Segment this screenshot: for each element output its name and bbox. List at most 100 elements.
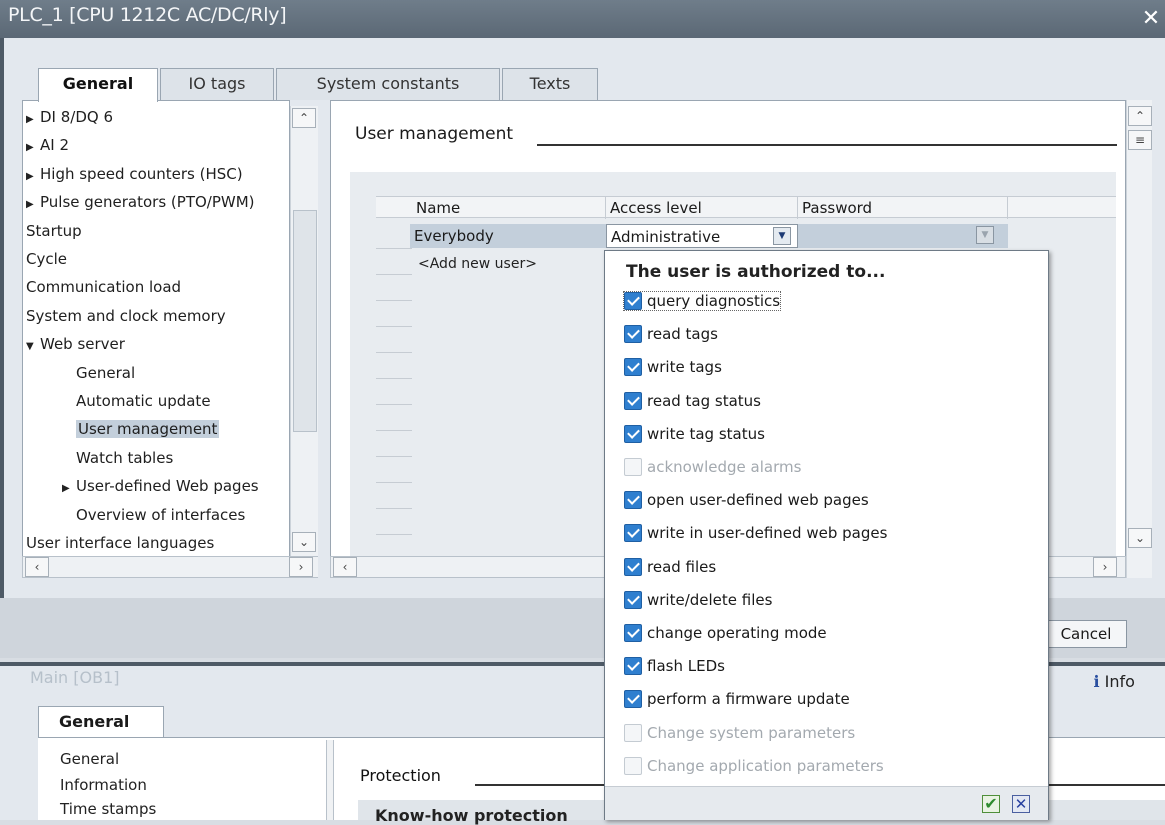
- password-cell[interactable]: ▼: [798, 224, 1008, 248]
- checkbox-checked-icon[interactable]: [624, 624, 642, 642]
- tab-general-lower[interactable]: General: [38, 706, 164, 738]
- tree-item[interactable]: ▶ AI 2: [26, 136, 69, 154]
- chevron-down-icon[interactable]: ▼: [976, 226, 994, 244]
- lower-splitter[interactable]: [326, 740, 334, 820]
- tab-texts[interactable]: Texts: [502, 68, 598, 100]
- permission-item[interactable]: flash LEDs: [624, 657, 725, 676]
- scroll-down-icon[interactable]: ⌄: [1128, 528, 1152, 548]
- checkbox-checked-icon[interactable]: [624, 590, 642, 609]
- collapsed-arrow-icon[interactable]: ▶: [26, 114, 34, 125]
- scroll-down-icon[interactable]: ⌄: [292, 532, 316, 552]
- panel-splitter[interactable]: [318, 100, 330, 578]
- permission-item[interactable]: open user-defined web pages: [624, 491, 869, 510]
- lower-nav-general[interactable]: General: [60, 750, 119, 768]
- collapsed-arrow-icon[interactable]: ▶: [26, 171, 34, 182]
- lower-nav-time-stamps[interactable]: Time stamps: [60, 800, 156, 818]
- permission-item: acknowledge alarms: [624, 458, 801, 476]
- window-titlebar: PLC_1 [CPU 1212C AC/DC/Rly] ✕: [0, 0, 1165, 38]
- lower-nav-information[interactable]: Information: [60, 776, 147, 794]
- scroll-up-icon[interactable]: ⌃: [1128, 106, 1152, 126]
- checkbox-checked-icon[interactable]: [624, 292, 642, 310]
- permission-item[interactable]: query diagnostics: [622, 291, 782, 311]
- tree-scroll-thumb[interactable]: [293, 210, 317, 432]
- user-name-cell[interactable]: Everybody: [410, 224, 606, 248]
- tree-horizontal-scrollbar[interactable]: ‹ ›: [22, 556, 322, 578]
- menu-icon[interactable]: ≡: [1128, 130, 1152, 150]
- tree-item-label: AI 2: [40, 136, 69, 155]
- tree-item-label: System and clock memory: [26, 306, 226, 325]
- tree-item[interactable]: System and clock memory: [26, 307, 226, 325]
- tree-item[interactable]: ▶ Pulse generators (PTO/PWM): [26, 193, 255, 211]
- checkbox-checked-icon[interactable]: [624, 358, 642, 377]
- table-header: Name Access level Password: [376, 196, 1116, 219]
- checkbox-checked-icon[interactable]: [624, 657, 642, 676]
- scroll-up-icon[interactable]: ⌃: [292, 108, 316, 128]
- tree-item[interactable]: ▶ High speed counters (HSC): [26, 165, 243, 183]
- tree-item[interactable]: Watch tables: [76, 449, 173, 467]
- checkbox-unchecked-icon: [624, 458, 642, 476]
- expanded-arrow-icon[interactable]: ▼: [26, 341, 34, 352]
- info-tab-label[interactable]: Info: [1105, 672, 1135, 691]
- scroll-left-icon[interactable]: ‹: [25, 557, 49, 577]
- checkbox-unchecked-icon: [624, 723, 642, 742]
- tree-item[interactable]: Communication load: [26, 278, 181, 296]
- tree-item[interactable]: ▶ DI 8/DQ 6: [26, 108, 113, 126]
- permission-label: perform a firmware update: [647, 690, 850, 709]
- permission-item[interactable]: perform a firmware update: [624, 690, 850, 709]
- tree-item[interactable]: Cycle: [26, 250, 67, 268]
- main-vertical-scrollbar[interactable]: ⌃ ≡ ⌄: [1126, 100, 1152, 578]
- scroll-right-icon[interactable]: ›: [1093, 557, 1117, 577]
- tree-item[interactable]: User interface languages: [26, 534, 214, 552]
- collapsed-arrow-icon[interactable]: ▶: [26, 142, 34, 153]
- collapsed-arrow-icon[interactable]: ▶: [62, 483, 70, 494]
- checkbox-checked-icon[interactable]: [624, 557, 642, 576]
- column-password[interactable]: Password: [798, 197, 1008, 219]
- know-how-protection-title: Know-how protection: [375, 806, 568, 825]
- tree-item[interactable]: Startup: [26, 222, 82, 240]
- tree-item[interactable]: User management: [76, 420, 220, 439]
- close-icon[interactable]: ✕: [1137, 8, 1165, 32]
- tree-item[interactable]: ▶ User-defined Web pages: [62, 477, 259, 495]
- table-row[interactable]: Everybody Administrative ▼ ▼: [410, 224, 1010, 248]
- row-divider: [376, 274, 412, 275]
- tree-item[interactable]: Overview of interfaces: [76, 506, 245, 524]
- add-new-user[interactable]: <Add new user>: [418, 256, 537, 272]
- checkbox-checked-icon[interactable]: [624, 491, 642, 510]
- checkbox-checked-icon[interactable]: [624, 690, 642, 709]
- info-icon: ℹ: [1093, 672, 1100, 691]
- window-title: PLC_1 [CPU 1212C AC/DC/Rly]: [8, 4, 287, 26]
- access-level-dropdown[interactable]: Administrative ▼: [606, 224, 798, 248]
- permission-item[interactable]: read tags: [624, 325, 718, 344]
- column-name[interactable]: Name: [412, 197, 606, 219]
- permission-item[interactable]: write tags: [624, 358, 722, 377]
- checkbox-checked-icon[interactable]: [624, 391, 642, 410]
- tab-system-constants[interactable]: System constants: [276, 68, 500, 100]
- cancel-icon[interactable]: ✕: [1012, 795, 1030, 813]
- tree-item-label: Startup: [26, 221, 82, 240]
- confirm-icon[interactable]: ✔: [982, 795, 1000, 813]
- column-access-level[interactable]: Access level: [606, 197, 798, 219]
- tab-io-tags[interactable]: IO tags: [160, 68, 274, 100]
- permission-item[interactable]: change operating mode: [624, 624, 827, 642]
- checkbox-checked-icon[interactable]: [624, 524, 642, 543]
- scroll-right-icon[interactable]: ›: [289, 557, 313, 577]
- tree-item[interactable]: Automatic update: [76, 392, 211, 410]
- cancel-button[interactable]: Cancel: [1045, 620, 1127, 648]
- tree-item[interactable]: ▼ Web server: [26, 335, 125, 353]
- collapsed-arrow-icon[interactable]: ▶: [26, 199, 34, 210]
- permission-item[interactable]: read files: [624, 557, 716, 576]
- tab-general[interactable]: General: [38, 68, 158, 102]
- permission-item: Change system parameters: [624, 723, 855, 742]
- permission-item[interactable]: write in user-defined web pages: [624, 524, 887, 543]
- checkbox-checked-icon[interactable]: [624, 424, 642, 443]
- tree-item[interactable]: General: [76, 364, 135, 382]
- chevron-down-icon[interactable]: ▼: [773, 227, 791, 245]
- permission-item[interactable]: write/delete files: [624, 590, 772, 609]
- scroll-left-icon[interactable]: ‹: [333, 557, 357, 577]
- permission-item[interactable]: write tag status: [624, 424, 765, 443]
- checkbox-checked-icon[interactable]: [624, 325, 642, 344]
- tree-item-label: Pulse generators (PTO/PWM): [40, 193, 255, 212]
- tree-item-label: Overview of interfaces: [76, 505, 246, 524]
- lower-right-tabs[interactable]: s ℹ Info: [1040, 672, 1135, 691]
- permission-item[interactable]: read tag status: [624, 391, 761, 410]
